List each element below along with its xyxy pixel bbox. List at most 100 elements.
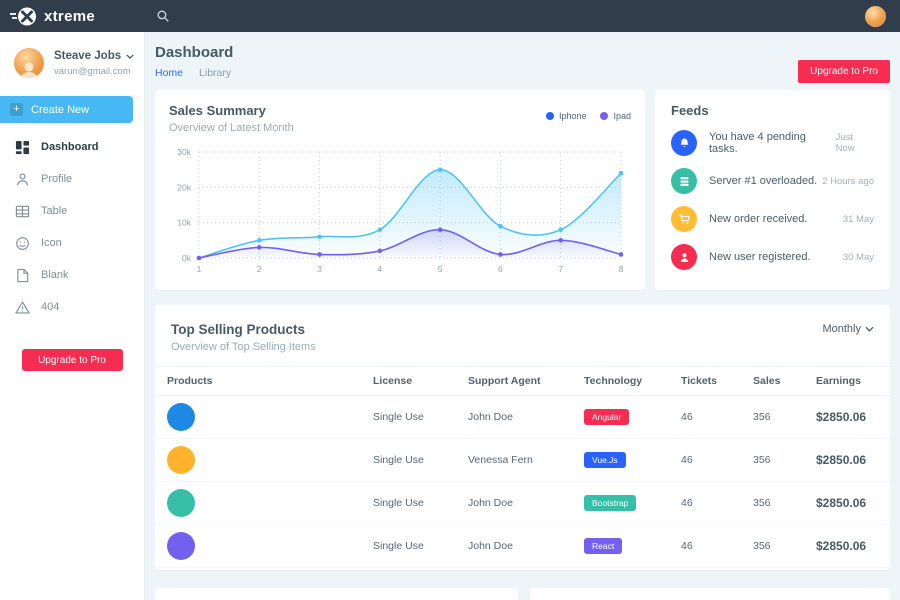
feed-time: 2 Hours ago bbox=[822, 176, 874, 187]
profile-name: Steave Jobs bbox=[54, 50, 121, 62]
svg-text:8: 8 bbox=[619, 264, 624, 274]
svg-text:4: 4 bbox=[377, 264, 382, 274]
breadcrumb-home[interactable]: Home bbox=[155, 67, 183, 79]
sales-cell: 356 bbox=[753, 497, 816, 509]
tickets-cell: 46 bbox=[681, 411, 753, 423]
sidebar-item-blank[interactable]: Blank bbox=[0, 259, 144, 291]
sales-summary-card: Sales Summary Overview of Latest Month I… bbox=[155, 90, 645, 290]
search-icon[interactable] bbox=[156, 9, 170, 23]
column-header-license: License bbox=[373, 375, 468, 387]
sales-card-title: Sales Summary bbox=[169, 103, 294, 118]
technology-badge: Bootstrap bbox=[584, 495, 636, 511]
profile-name-dropdown[interactable]: Steave Jobs bbox=[54, 50, 134, 62]
breadcrumb-library: Library bbox=[199, 67, 231, 79]
top-navbar: xtreme bbox=[0, 0, 900, 32]
page-title: Dashboard bbox=[155, 44, 890, 61]
xtreme-logo-icon bbox=[10, 6, 37, 27]
brand-name: xtreme bbox=[44, 8, 95, 25]
plus-icon: + bbox=[10, 103, 23, 116]
person-icon bbox=[671, 244, 697, 270]
period-filter-select[interactable]: Monthly bbox=[822, 323, 874, 335]
profile-avatar[interactable] bbox=[14, 48, 44, 78]
sidebar: Steave Jobs varun@gmail.com + Create New… bbox=[0, 32, 145, 600]
technology-badge: React bbox=[584, 538, 622, 554]
sales-cell: 356 bbox=[753, 540, 816, 552]
license-cell: Single Use bbox=[373, 497, 468, 509]
svg-text:10k: 10k bbox=[177, 218, 191, 228]
technology-badge: Angular bbox=[584, 409, 629, 425]
sidebar-item-table[interactable]: Table bbox=[0, 195, 144, 227]
table-row: Single UseJohn DoeAngular46356$2850.06 bbox=[155, 396, 890, 439]
feed-text: Server #1 overloaded. bbox=[709, 175, 817, 187]
header-upgrade-button[interactable]: Upgrade to Pro bbox=[798, 60, 890, 83]
feed-text: You have 4 pending tasks. bbox=[709, 131, 836, 155]
sidebar-upgrade-button[interactable]: Upgrade to Pro bbox=[22, 349, 123, 371]
sales-cell: 356 bbox=[753, 411, 816, 423]
sidebar-item-404[interactable]: 404 bbox=[0, 291, 144, 323]
feeds-title: Feeds bbox=[671, 103, 874, 118]
warning-triangle-icon bbox=[15, 300, 30, 315]
breadcrumb: Home Library bbox=[155, 67, 890, 79]
svg-text:5: 5 bbox=[438, 264, 443, 274]
sales-cell: 356 bbox=[753, 454, 816, 466]
feeds-card: Feeds You have 4 pending tasks.Just NowS… bbox=[655, 90, 890, 290]
user-icon bbox=[15, 172, 30, 187]
sidebar-item-label: 404 bbox=[41, 301, 59, 313]
profile-email: varun@gmail.com bbox=[54, 66, 134, 77]
svg-text:2: 2 bbox=[257, 264, 262, 274]
create-new-button[interactable]: + Create New bbox=[0, 96, 133, 123]
column-header-technology: Technology bbox=[584, 375, 681, 387]
earnings-cell: $2850.06 bbox=[816, 496, 878, 510]
products-title: Top Selling Products bbox=[171, 322, 876, 337]
license-cell: Single Use bbox=[373, 454, 468, 466]
sidebar-item-label: Icon bbox=[41, 237, 62, 249]
brand-logo[interactable]: xtreme bbox=[0, 6, 150, 27]
legend-item-ipad: Ipad bbox=[600, 111, 631, 121]
earnings-cell: $2850.06 bbox=[816, 539, 878, 553]
license-cell: Single Use bbox=[373, 411, 468, 423]
sidebar-item-dashboard[interactable]: Dashboard bbox=[0, 131, 144, 163]
tickets-cell: 46 bbox=[681, 497, 753, 509]
tickets-cell: 46 bbox=[681, 540, 753, 552]
column-header-support-agent: Support Agent bbox=[468, 375, 584, 387]
feed-item[interactable]: Server #1 overloaded. 2 Hours ago bbox=[671, 162, 874, 200]
table-row: Single UseJohn DoeBootstrap 46356$2850.06 bbox=[155, 482, 890, 525]
bottom-right-card bbox=[530, 588, 890, 600]
products-table-body: Single UseJohn DoeAngular46356$2850.06Si… bbox=[155, 396, 890, 568]
column-header-earnings: Earnings bbox=[816, 375, 878, 387]
legend-item-iphone: Iphone bbox=[546, 111, 587, 121]
feed-item[interactable]: New order received.31 May bbox=[671, 200, 874, 238]
svg-text:3: 3 bbox=[317, 264, 322, 274]
cart-icon bbox=[671, 206, 697, 232]
feed-item[interactable]: You have 4 pending tasks.Just Now bbox=[671, 124, 874, 162]
user-avatar[interactable] bbox=[865, 6, 886, 27]
sidebar-item-profile[interactable]: Profile bbox=[0, 163, 144, 195]
feeds-list: You have 4 pending tasks.Just NowServer … bbox=[671, 124, 874, 276]
agent-cell: John Doe bbox=[468, 497, 584, 509]
period-filter-value: Monthly bbox=[822, 323, 861, 335]
sales-chart: 0k10k20k30k12345678 bbox=[169, 138, 631, 282]
product-avatar bbox=[167, 446, 195, 474]
sidebar-item-label: Blank bbox=[41, 269, 69, 281]
grid-icon bbox=[15, 140, 30, 155]
legend-dot bbox=[600, 112, 608, 120]
products-table-header: ProductsLicenseSupport AgentTechnologyTi… bbox=[155, 366, 890, 396]
legend-label: Iphone bbox=[559, 111, 587, 121]
tickets-cell: 46 bbox=[681, 454, 753, 466]
svg-text:1: 1 bbox=[197, 264, 202, 274]
svg-text:0k: 0k bbox=[182, 253, 192, 263]
sidebar-item-label: Table bbox=[41, 205, 67, 217]
feed-item[interactable]: New user registered.30 May bbox=[671, 238, 874, 276]
column-header-tickets: Tickets bbox=[681, 375, 753, 387]
product-avatar bbox=[167, 532, 195, 560]
legend-label: Ipad bbox=[613, 111, 631, 121]
file-icon bbox=[15, 268, 30, 283]
chart-legend: Iphone Ipad bbox=[546, 103, 631, 134]
sidebar-item-icon[interactable]: Icon bbox=[0, 227, 144, 259]
column-header-sales: Sales bbox=[753, 375, 816, 387]
agent-cell: John Doe bbox=[468, 411, 584, 423]
top-selling-products-card: Top Selling Products Overview of Top Sel… bbox=[155, 305, 890, 570]
sales-card-subtitle: Overview of Latest Month bbox=[169, 122, 294, 134]
server-icon bbox=[671, 168, 697, 194]
feed-text: New user registered. bbox=[709, 251, 811, 263]
